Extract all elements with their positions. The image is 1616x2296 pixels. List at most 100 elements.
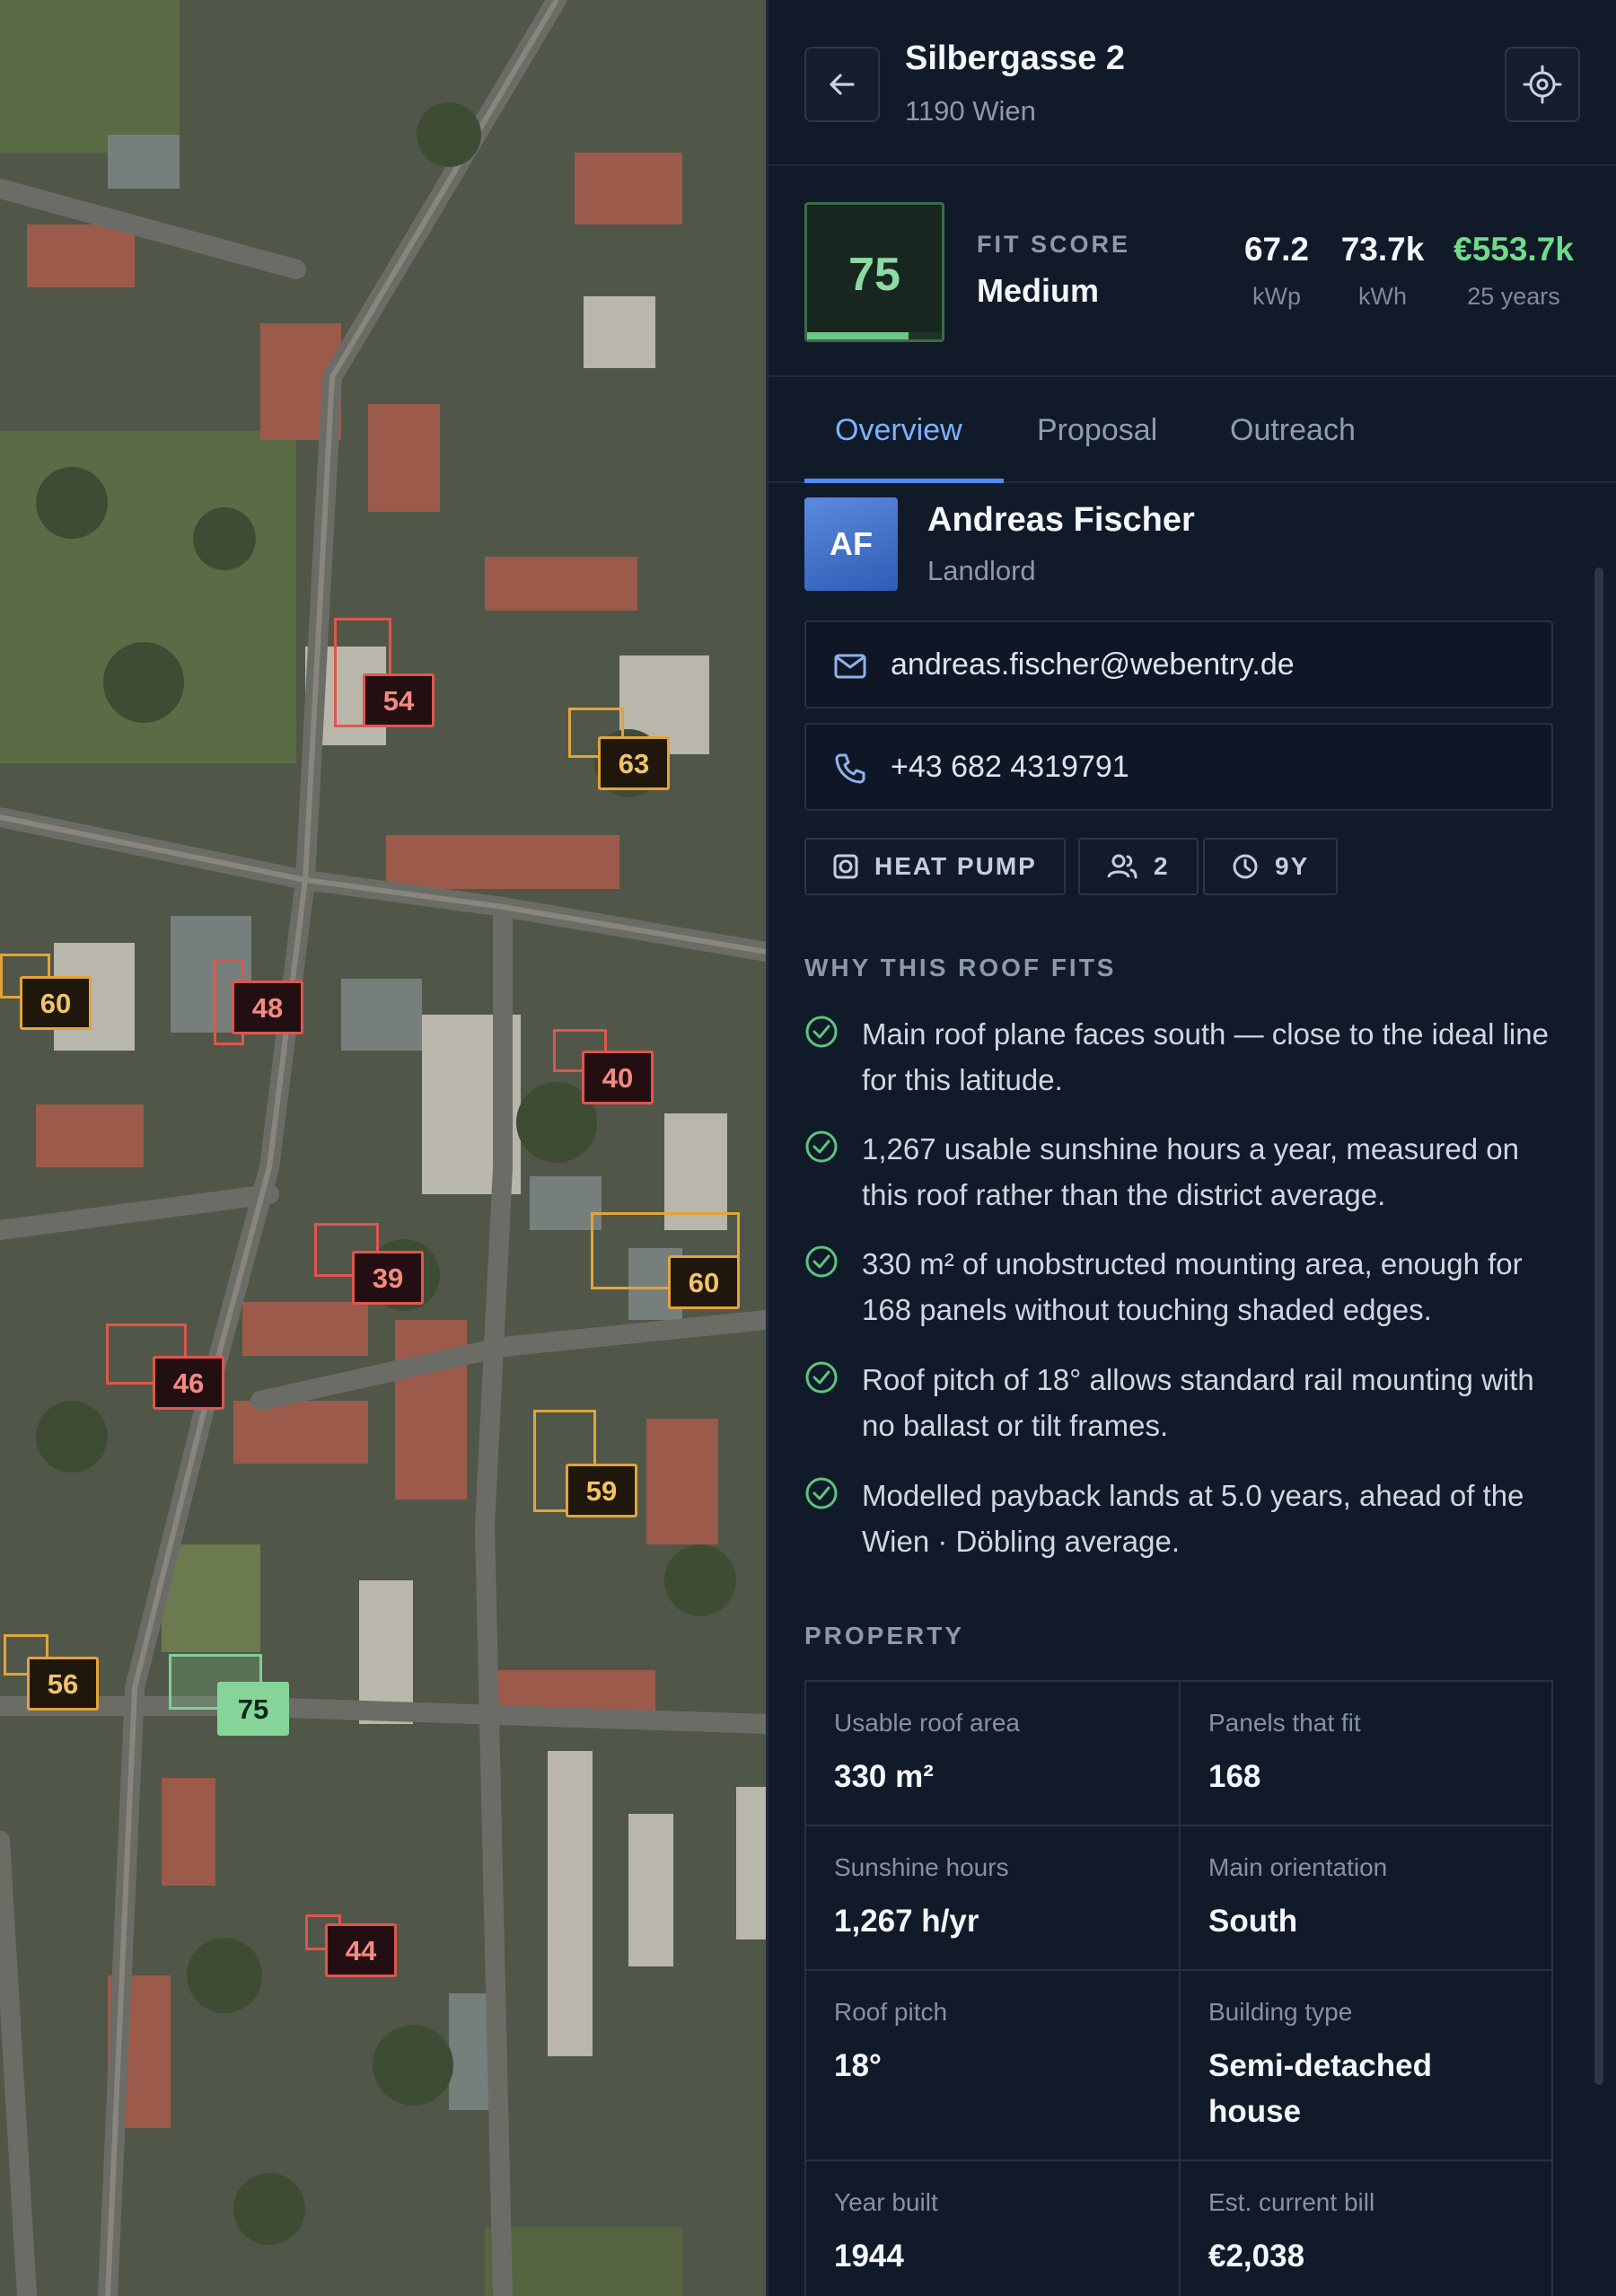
check-circle-icon [805,1477,838,1509]
contact-name: Andreas Fischer [927,501,1195,539]
reason-text: 1,267 usable sunshine hours a year, meas… [862,1132,1519,1211]
occupants-chip: 2 [1078,838,1199,895]
roof-score-marker[interactable]: 54 [363,673,435,727]
property-value: 168 [1208,1759,1261,1794]
why-section-title: WHY THIS ROOF FITS [804,954,1117,981]
tab-overview[interactable]: Overview [835,377,962,483]
property-value: 1944 [834,2239,904,2274]
phone-value: +43 682 4319791 [891,750,1129,784]
fit-score-value: 75 [848,249,900,301]
reason-text: 330 m² of unobstructed mounting area, en… [862,1247,1523,1326]
property-label: Panels that fit [1208,1709,1361,1737]
property-value: €2,038 [1208,2239,1305,2274]
roof-score-marker[interactable]: 48 [232,981,303,1034]
panel-scrollbar[interactable] [1594,567,1603,2085]
roof-detail-panel: Silbergasse 2 1190 Wien 75 FIT SCORE Med… [766,0,1616,2296]
stat-value: 67.2 [1243,231,1309,268]
email-field[interactable]: andreas.fischer@webentry.de [804,620,1553,708]
check-circle-icon [805,1130,838,1163]
arrow-left-icon [830,74,855,95]
property-cell: Est. current bill €2,038 [1179,2161,1551,2296]
score-summary: 75 FIT SCORE Medium 67.2 kWp 73.7k kWh €… [768,166,1616,377]
crosshair-icon [1523,65,1562,104]
tab-proposal[interactable]: Proposal [1037,377,1157,483]
chip-label: 9Y [1275,852,1310,880]
tab-outreach[interactable]: Outreach [1230,377,1356,483]
selected-roof-score-marker[interactable]: 75 [217,1682,289,1736]
check-circle-icon [805,1016,838,1048]
property-label: Est. current bill [1208,2188,1375,2216]
panel-tabs: Overview Proposal Outreach [768,377,1616,483]
property-row: Year built 1944 Est. current bill €2,038 [806,2161,1551,2296]
property-value: South [1208,1904,1298,1939]
active-tab-indicator [804,479,1004,483]
property-value: 330 m² [834,1759,934,1794]
property-row: Usable roof area 330 m² Panels that fit … [806,1682,1551,1826]
property-cell: Roof pitch 18° [806,1971,1179,2160]
fit-score-bar [807,332,942,339]
roof-score-marker[interactable]: 59 [566,1464,637,1517]
panel-header: Silbergasse 2 1190 Wien [768,0,1616,166]
mail-icon [834,654,866,679]
roof-score-marker[interactable]: 63 [598,736,670,790]
property-section-title: PROPERTY [804,1622,965,1649]
check-circle-icon [805,1361,838,1394]
chip-label: HEAT PUMP [874,852,1037,880]
property-cell: Usable roof area 330 m² [806,1682,1179,1825]
check-circle-icon [805,1245,838,1278]
roof-score-marker[interactable]: 39 [352,1251,424,1305]
property-label: Roof pitch [834,1998,948,2026]
property-value: Semi-detached house [1208,2048,1432,2129]
fit-score-badge: 75 [804,202,944,342]
reason-text: Main roof plane faces south — close to t… [862,1017,1549,1096]
stat-value: 73.7k [1340,231,1425,268]
roof-score-marker[interactable]: 60 [668,1255,740,1309]
email-value: andreas.fischer@webentry.de [891,647,1295,682]
property-value: 18° [834,2048,882,2083]
address-city: 1190 Wien [905,95,1036,127]
property-label: Building type [1208,1998,1353,2026]
people-icon [1107,854,1137,879]
property-label: Year built [834,2188,938,2216]
stat-value: €553.7k [1454,231,1574,268]
roof-score-marker[interactable]: 44 [325,1923,397,1977]
stat-unit: kWp [1252,283,1301,310]
stat-capacity: 67.2 kWp [1232,231,1322,311]
back-button[interactable] [804,47,880,122]
roof-score-marker[interactable]: 46 [153,1356,224,1410]
address-title: Silbergasse 2 [905,40,1126,77]
reason-text: Modelled payback lands at 5.0 years, ahe… [862,1479,1524,1558]
stat-unit: 25 years [1467,283,1560,310]
stat-savings: €553.7k 25 years [1444,231,1584,311]
property-cell: Building type Semi-detached house [1179,1971,1551,2160]
fit-score-bar-fill [807,332,909,339]
roof-score-marker[interactable]: 60 [20,976,92,1030]
property-cell: Year built 1944 [806,2161,1179,2296]
property-value: 1,267 h/yr [834,1904,979,1939]
property-label: Usable roof area [834,1709,1021,1737]
phone-icon [835,753,865,784]
property-label: Main orientation [1208,1853,1388,1881]
property-row: Sunshine hours 1,267 h/yr Main orientati… [806,1826,1551,1971]
property-cell: Main orientation South [1179,1826,1551,1969]
property-table: Usable roof area 330 m² Panels that fit … [804,1680,1553,2296]
fit-score-label: FIT SCORE [977,231,1131,258]
satellite-map[interactable]: 54 63 60 48 40 39 60 46 59 56 75 44 [0,0,766,2296]
heat-pump-chip: HEAT PUMP [804,838,1066,895]
roof-score-marker[interactable]: 56 [27,1657,99,1711]
property-label: Sunshine hours [834,1853,1009,1881]
property-row: Roof pitch 18° Building type Semi-detach… [806,1971,1551,2161]
reason-text: Roof pitch of 18° allows standard rail m… [862,1363,1534,1442]
age-chip: 9Y [1203,838,1339,895]
clock-icon [1233,854,1258,879]
locate-button[interactable] [1505,47,1580,122]
roof-score-marker[interactable]: 40 [582,1051,654,1104]
phone-field[interactable]: +43 682 4319791 [804,723,1553,811]
property-cell: Panels that fit 168 [1179,1682,1551,1825]
fit-score-level: Medium [977,272,1100,309]
contact-role: Landlord [927,555,1036,586]
chip-label: 2 [1154,852,1170,880]
stat-yield: 73.7k kWh [1331,231,1435,311]
stat-unit: kWh [1358,283,1407,310]
heat-pump-icon [833,854,858,879]
